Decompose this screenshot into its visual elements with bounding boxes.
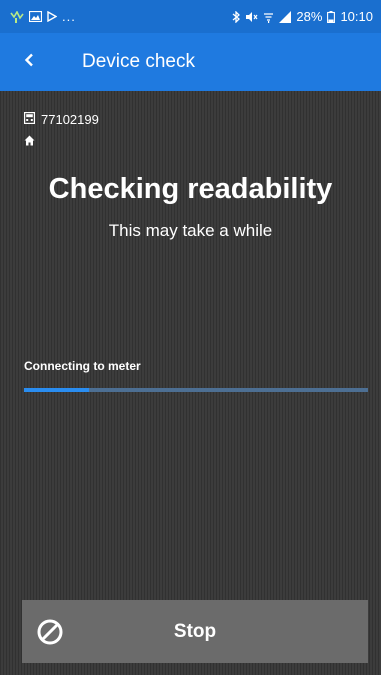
status-left-icons: ... [10, 9, 76, 24]
status-bar: ... 28% 10:10 [0, 0, 381, 33]
stop-button[interactable]: Stop [22, 600, 368, 663]
app-bar: Device check [0, 33, 381, 91]
page-title: Device check [82, 51, 195, 72]
clock-time: 10:10 [340, 9, 373, 24]
mute-icon [245, 11, 258, 23]
image-icon [29, 11, 42, 22]
signal-activity-icon [10, 10, 24, 23]
progress-label: Connecting to meter [24, 359, 141, 373]
stop-button-label: Stop [173, 620, 217, 642]
back-button[interactable] [0, 33, 58, 91]
battery-icon [327, 10, 336, 23]
progress-bar-fill [24, 388, 90, 392]
meter-icon [24, 112, 36, 127]
status-right-icons: 28% 10:10 [232, 9, 373, 24]
status-subheading: This may take a while [108, 221, 273, 240]
device-id-row: 77102199 [24, 112, 99, 127]
cellular-signal-icon [279, 10, 292, 23]
bluetooth-icon [232, 10, 241, 23]
battery-percentage: 28% [296, 9, 323, 24]
play-icon [47, 11, 57, 22]
status-heading: Checking readability [48, 173, 333, 205]
progress-bar [24, 388, 368, 392]
main-content: 77102199 Checking readability This may t… [0, 91, 381, 675]
chevron-left-icon [24, 53, 34, 72]
home-icon [24, 133, 35, 151]
wifi-icon [263, 11, 274, 23]
cancel-icon [36, 618, 64, 646]
more-notifications-indicator: ... [62, 9, 76, 24]
device-id: 77102199 [41, 112, 99, 127]
